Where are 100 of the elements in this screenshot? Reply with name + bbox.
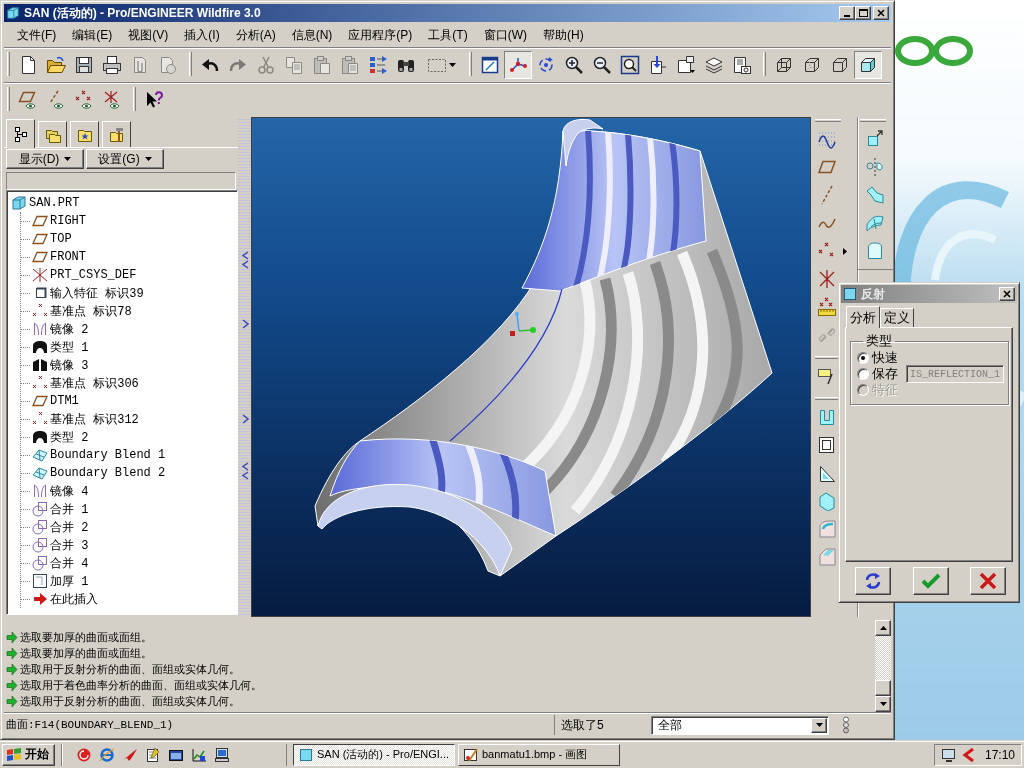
maximize-button[interactable] [855,6,871,20]
scrollbar[interactable] [875,620,891,712]
tree-item[interactable]: TOP [50,232,72,246]
double-left-arrow-icon[interactable] [240,251,249,269]
checkmark-icon [920,571,941,591]
caret-icon [64,157,72,161]
menu-item[interactable]: 文件(F) [9,25,65,44]
outline-cube-icon [830,55,850,75]
panel-tab[interactable] [38,121,67,147]
tree-item[interactable]: DTM1 [50,394,79,408]
tree-item[interactable]: 镜像 2 [50,320,89,338]
scissors-icon [256,55,276,75]
ok-button[interactable] [912,567,949,595]
radio-button[interactable] [857,352,869,364]
scroll-down-button[interactable] [875,696,891,712]
arrow-icon [6,663,18,675]
tree-item[interactable]: PRT_CSYS_DEF [50,268,137,282]
menu-item[interactable]: 插入(I) [176,25,228,44]
start-button[interactable]: 开始 [2,743,55,766]
repeat-button[interactable] [855,567,891,595]
stacked-pages-icon [676,55,696,75]
circle-square-icon [32,537,48,553]
taskbar-button[interactable]: SAN (活动的) - Pro/ENGI... [293,743,455,766]
menu-item[interactable]: 工具(T) [420,25,476,44]
blocks-arrows-icon [368,55,388,75]
menu-button[interactable]: 显示(D) [6,149,84,169]
tab[interactable]: 分析 [846,306,880,328]
tree-item[interactable]: 类型 2 [50,428,89,446]
menu-item[interactable]: 视图(V) [120,25,177,44]
monitor-icon[interactable] [940,746,957,763]
close-button[interactable] [999,287,1015,301]
toolbar-button[interactable] [854,51,882,79]
tree-item[interactable]: 镜像 4 [50,482,89,500]
wave-grid-icon [817,129,837,149]
arrow-icon [6,631,18,643]
caret-icon [815,723,823,727]
cancel-button[interactable] [970,567,1006,595]
menu-item[interactable]: 帮助(H) [535,25,592,44]
pointer-question-icon [144,90,164,110]
browser-icon[interactable] [99,746,115,763]
tab[interactable]: 定义 [880,308,914,327]
panel-tab[interactable] [70,121,99,147]
rotate-dashed-icon [536,55,556,75]
tree-item[interactable]: 在此插入 [50,590,98,608]
radio-button[interactable] [857,368,869,380]
option-label[interactable]: 保存 [872,365,898,383]
spiral-icon[interactable] [76,746,92,763]
tree-item[interactable]: RIGHT [50,214,86,228]
paint-brush-icon [463,746,479,763]
hidden-line-cube-icon [802,55,822,75]
close-icon [1003,290,1011,298]
taskbar-button[interactable]: banmatu1.bmp - 画图 [458,743,620,766]
tree-item[interactable]: 类型 1 [50,338,89,356]
open-folder-icon [46,55,66,75]
tree-item[interactable]: 合并 4 [50,554,89,572]
arch-surface-icon [865,241,885,261]
chart-icon[interactable] [191,746,207,763]
tree-item[interactable]: Boundary Blend 2 [50,466,166,480]
graphics-viewport[interactable] [251,117,811,617]
scroll-up-button[interactable] [875,620,891,636]
triangle-icon [817,463,837,483]
tree-item[interactable]: 合并 3 [50,536,89,554]
window-title: SAN (活动的) - Pro/ENGINEER Wildfire 3.0 [24,4,261,22]
menu-item[interactable]: 分析(A) [227,25,284,44]
arrow-icon [6,647,18,659]
panel-tab[interactable] [6,119,35,148]
ruler-points-icon [817,297,837,317]
filter-dropdown[interactable]: 全部 [651,715,829,735]
x-marks-icon [32,375,48,391]
tree-item[interactable]: 加厚 1 [50,572,89,590]
surface-icon [32,465,48,481]
tree-item[interactable]: 镜像 3 [50,356,89,374]
message-text: 选取用于反射分析的曲面、面组或实体几何。 [20,693,240,709]
menu-item[interactable]: 应用程序(P) [340,25,421,44]
minimize-button[interactable] [839,6,855,20]
tree-item[interactable]: 基准点 标识78 [50,302,132,320]
option-label[interactable]: 快速 [872,349,898,367]
tree-item[interactable]: 基准点 标识312 [50,410,139,428]
points-eye-icon [74,90,94,110]
tree-item[interactable]: 合并 1 [50,500,89,518]
chain-icon [817,325,837,345]
scrollbar-thumb[interactable] [875,680,891,696]
square-frame-icon [817,435,837,455]
tree-item[interactable]: 合并 2 [50,518,89,536]
menu-button[interactable]: 设置(G) [86,149,164,169]
menu-item[interactable]: 信息(N) [283,25,341,44]
wing-icon[interactable] [122,746,138,763]
stacked-circles-icon[interactable] [841,716,851,734]
tree-item[interactable]: 基准点 标识306 [50,374,139,392]
double-left-arrow-icon[interactable] [240,462,249,480]
menu-item[interactable]: 编辑(E) [64,25,121,44]
menu-item[interactable]: 窗口(W) [475,25,535,44]
panel-tab[interactable] [102,121,131,147]
tree-item[interactable]: 输入特征 标识39 [50,284,144,302]
notepad-icon[interactable] [145,746,161,763]
tree-item[interactable]: Boundary Blend 1 [50,448,166,462]
tree-item[interactable]: SAN.PRT [29,196,80,210]
computer-icon[interactable] [214,746,230,763]
close-button[interactable] [873,6,889,20]
tree-item[interactable]: FRONT [50,250,86,264]
